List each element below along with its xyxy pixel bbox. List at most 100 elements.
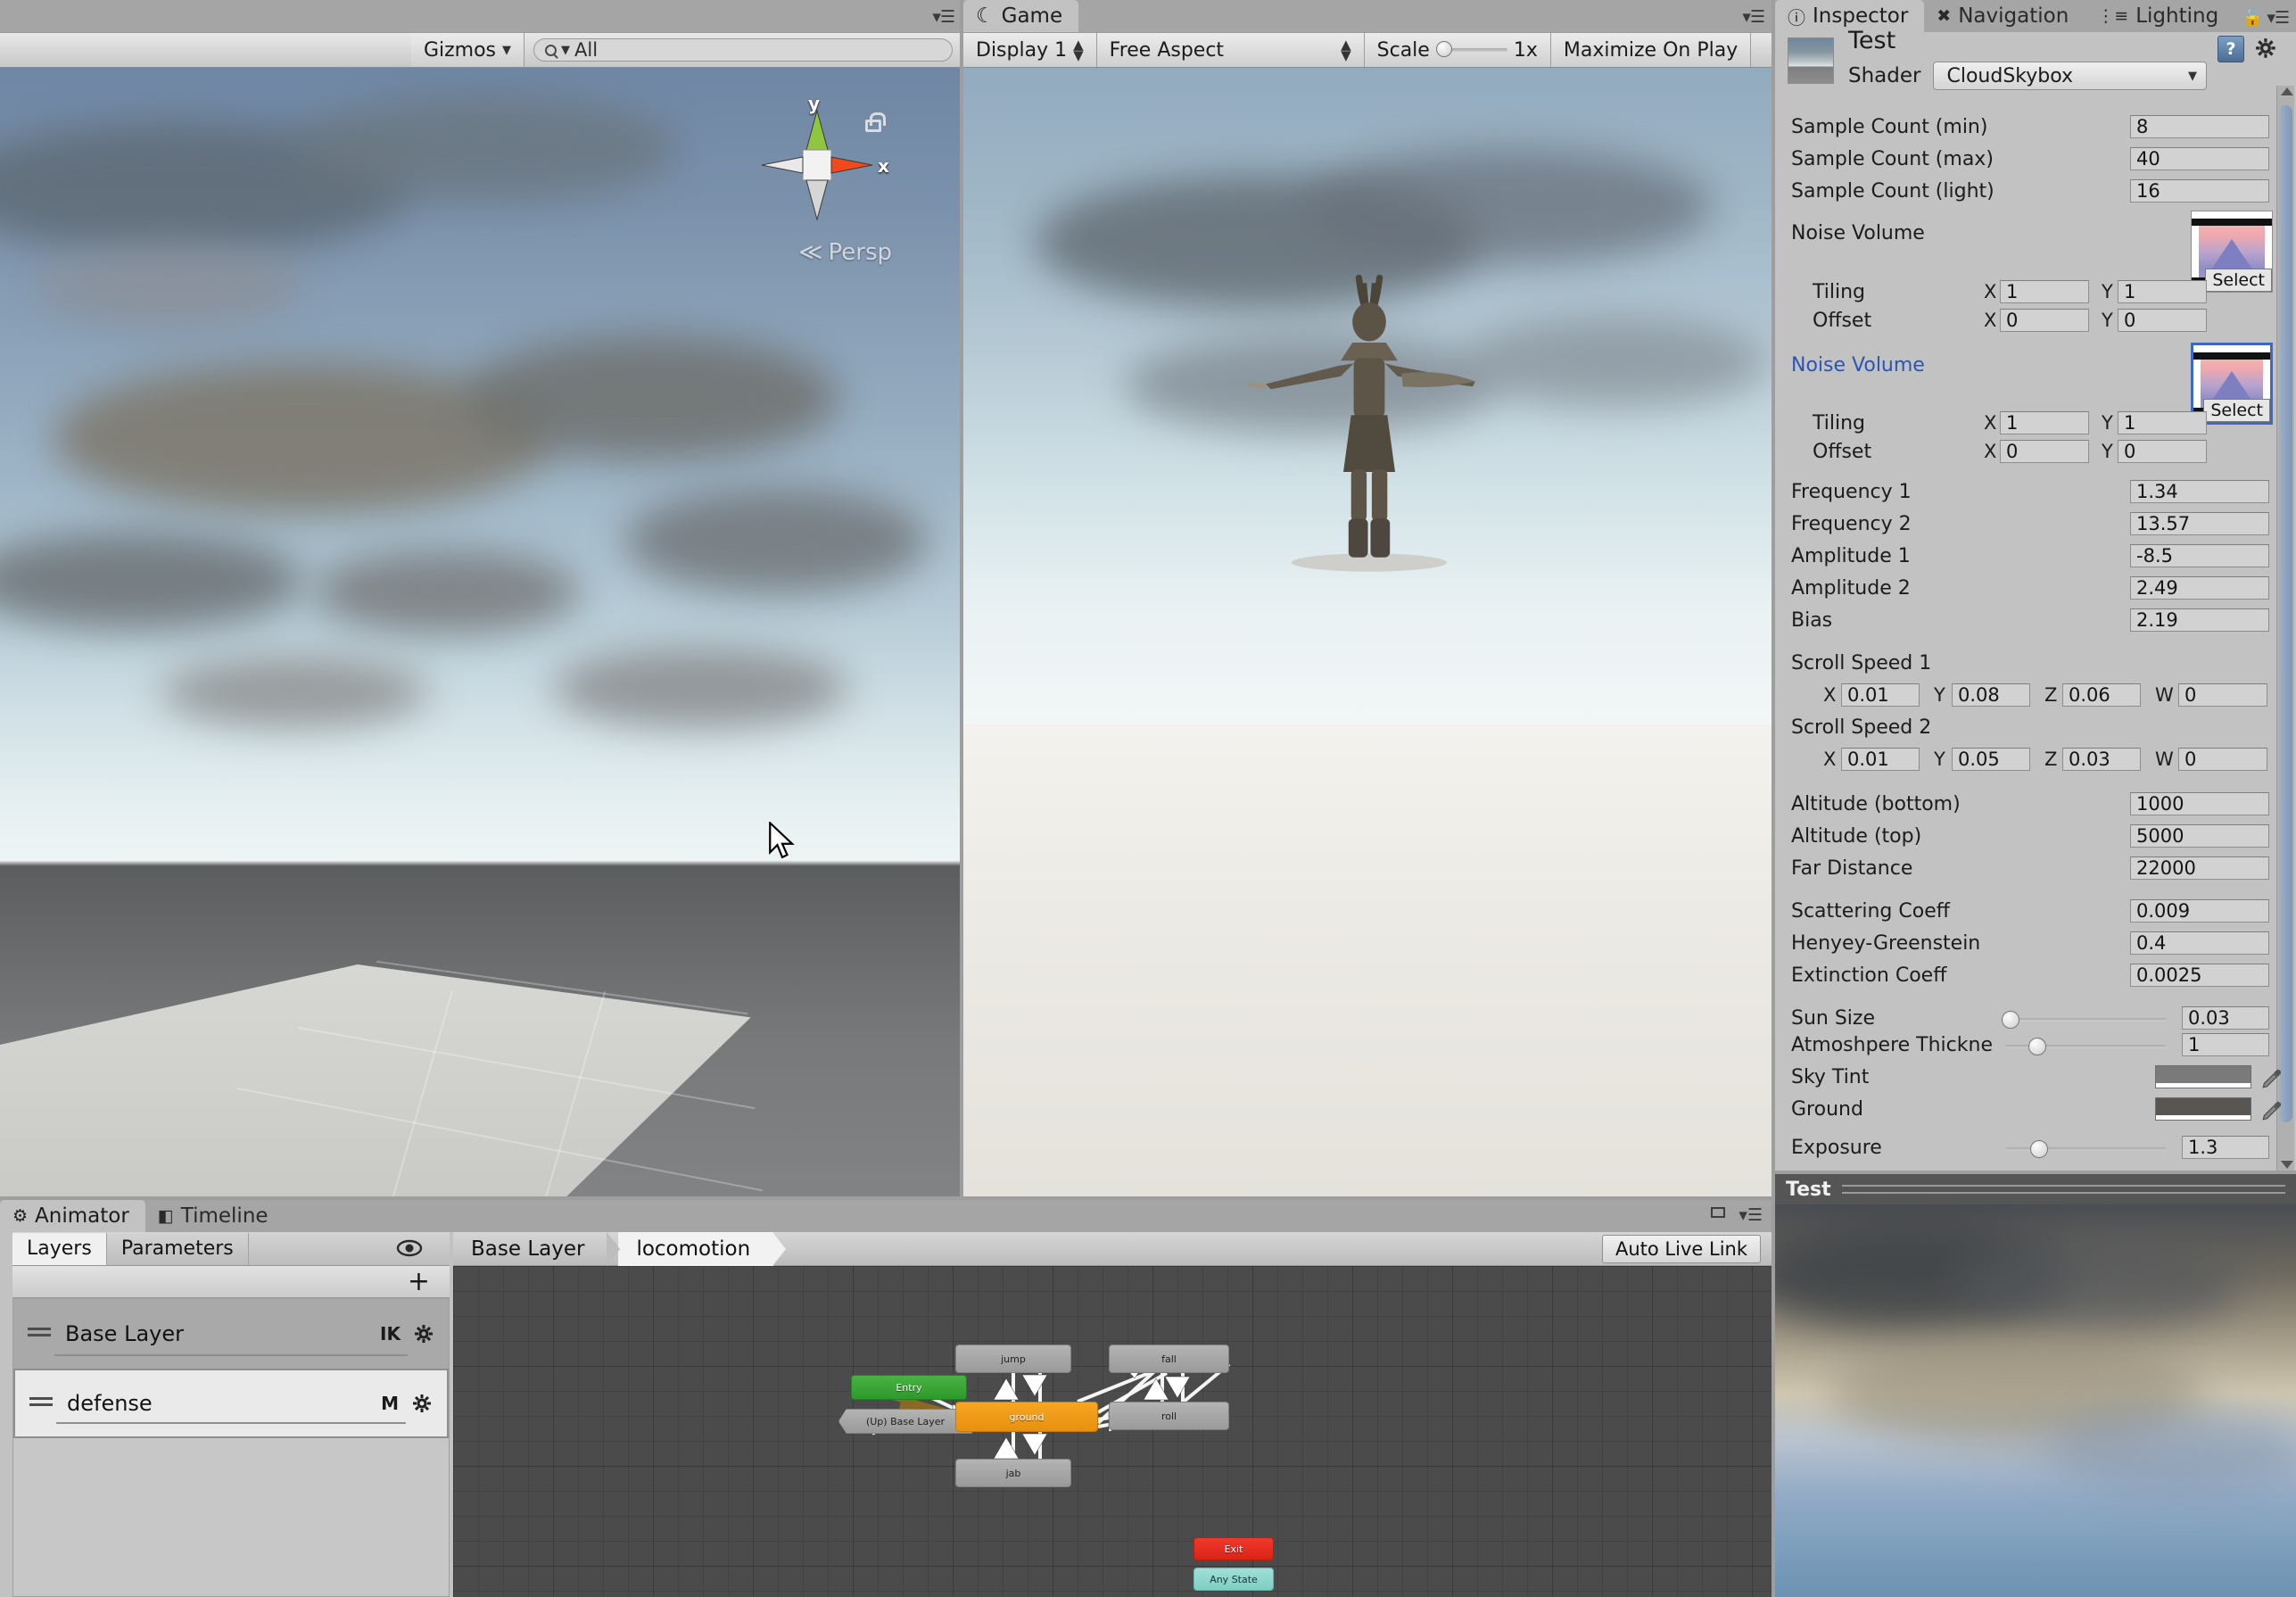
scroll2-y-field[interactable]: 0.05 bbox=[1952, 748, 2030, 771]
offset-y-field[interactable]: 0 bbox=[2118, 440, 2207, 463]
scroll1-w-field[interactable]: 0 bbox=[2178, 683, 2267, 707]
preview-header[interactable]: Test bbox=[1775, 1174, 2296, 1204]
gear-icon[interactable] bbox=[2255, 37, 2278, 61]
state-node-fall[interactable]: fall bbox=[1109, 1345, 1229, 1373]
layer-mask-badge[interactable]: M bbox=[381, 1393, 399, 1414]
breadcrumb-base-layer[interactable]: Base Layer bbox=[453, 1231, 621, 1266]
property-value[interactable]: 0.4 bbox=[2130, 931, 2269, 955]
property-value[interactable]: 5000 bbox=[2130, 824, 2269, 848]
property-value[interactable]: 2.19 bbox=[2130, 608, 2269, 632]
inspector-scroll-thumb[interactable] bbox=[2279, 105, 2292, 1122]
main-inspector-divider[interactable] bbox=[1772, 0, 1775, 1597]
aspect-dropdown[interactable]: Free Aspect ▲ ▼ bbox=[1096, 33, 1365, 67]
tiling-y-field[interactable]: 1 bbox=[2118, 280, 2207, 303]
state-node-ground[interactable]: ground bbox=[955, 1402, 1098, 1432]
scroll-up-arrow-icon[interactable] bbox=[2281, 87, 2293, 95]
property-value[interactable]: 22000 bbox=[2130, 856, 2269, 880]
tab-lighting[interactable]: ⋮≡ Lighting bbox=[2085, 0, 2234, 32]
state-node-jab[interactable]: jab bbox=[955, 1459, 1071, 1487]
preview-drag-handle[interactable] bbox=[1841, 1185, 2285, 1194]
sun-size-slider-knob[interactable] bbox=[2002, 1011, 2019, 1029]
sky-tint-swatch[interactable] bbox=[2155, 1065, 2251, 1088]
scale-slider-group[interactable]: Scale 1x bbox=[1364, 33, 1551, 67]
game-viewport[interactable] bbox=[963, 68, 1772, 1200]
tiling-x-field[interactable]: 1 bbox=[2000, 411, 2089, 434]
state-machine-graph[interactable]: Entry (Up) Base Layer ground jump jab fall rol… bbox=[453, 1266, 1772, 1597]
property-value[interactable]: -8.5 bbox=[2130, 544, 2269, 567]
property-value[interactable]: 2.49 bbox=[2130, 576, 2269, 600]
shader-dropdown[interactable]: CloudSkybox ▼ bbox=[1933, 62, 2207, 90]
tiling-y-field[interactable]: 1 bbox=[2118, 411, 2207, 434]
scale-slider-knob[interactable] bbox=[1435, 41, 1452, 57]
property-value[interactable]: 16 bbox=[2130, 179, 2269, 203]
inspector-preview-divider[interactable] bbox=[1775, 1171, 2296, 1174]
exposure-slider-track[interactable] bbox=[2005, 1147, 2166, 1151]
property-value[interactable]: 1.34 bbox=[2130, 480, 2269, 503]
sun-size-value[interactable]: 0.03 bbox=[2182, 1006, 2269, 1030]
scroll2-w-field[interactable]: 0 bbox=[2178, 748, 2267, 771]
layer-weight-bar[interactable] bbox=[56, 1422, 406, 1424]
property-value[interactable]: 40 bbox=[2130, 147, 2269, 170]
tab-game[interactable]: ☾ Game bbox=[963, 0, 1079, 32]
state-node-roll[interactable]: roll bbox=[1109, 1402, 1229, 1430]
scene-search-input[interactable]: ▼ All bbox=[533, 38, 953, 62]
state-node-any-state[interactable]: Any State bbox=[1193, 1568, 1274, 1591]
property-value[interactable]: 1000 bbox=[2130, 792, 2269, 815]
scroll2-z-field[interactable]: 0.03 bbox=[2062, 748, 2141, 771]
ground-eyedropper-icon[interactable] bbox=[2260, 1099, 2284, 1122]
subtab-layers[interactable]: Layers bbox=[12, 1232, 107, 1265]
scene-orientation-gizmo[interactable]: y x bbox=[730, 86, 899, 264]
scene-viewport[interactable]: y x ≪ Persp bbox=[0, 68, 962, 1200]
maximize-on-play-button[interactable]: Maximize On Play bbox=[1550, 33, 1752, 67]
state-node-exit[interactable]: Exit bbox=[1193, 1537, 1274, 1560]
breadcrumb-locomotion[interactable]: locomotion bbox=[618, 1231, 786, 1266]
ground-swatch[interactable] bbox=[2155, 1097, 2251, 1121]
scroll1-x-field[interactable]: 0.01 bbox=[1841, 683, 1920, 707]
eye-icon[interactable] bbox=[396, 1239, 423, 1257]
inspector-scrollbar[interactable] bbox=[2276, 86, 2294, 1171]
layer-settings-gear-icon[interactable] bbox=[413, 1323, 434, 1345]
property-value[interactable]: 13.57 bbox=[2130, 512, 2269, 535]
tab-navigation[interactable]: ✖ Navigation bbox=[1924, 0, 2085, 32]
display-dropdown[interactable]: Display 1 ▲ ▼ bbox=[963, 33, 1097, 67]
sun-size-slider-track[interactable] bbox=[2005, 1018, 2166, 1022]
state-node-entry[interactable]: Entry bbox=[851, 1375, 967, 1400]
offset-y-field[interactable]: 0 bbox=[2118, 309, 2207, 332]
add-layer-icon[interactable]: + bbox=[408, 1269, 430, 1295]
property-value[interactable]: 8 bbox=[2130, 115, 2269, 138]
drag-handle-icon[interactable] bbox=[28, 1328, 51, 1340]
layer-item-defense[interactable]: defense M bbox=[13, 1369, 449, 1438]
tab-animator[interactable]: ⚙ Animator bbox=[0, 1200, 145, 1232]
atmosphere-value[interactable]: 1 bbox=[2182, 1033, 2269, 1056]
layer-ik-badge[interactable]: IK bbox=[380, 1323, 401, 1345]
tiling-x-field[interactable]: 1 bbox=[2000, 280, 2089, 303]
auto-live-link-button[interactable]: Auto Live Link bbox=[1602, 1235, 1761, 1263]
viewport-animator-divider[interactable] bbox=[0, 1196, 1772, 1200]
scroll1-z-field[interactable]: 0.06 bbox=[2062, 683, 2141, 707]
scroll2-x-field[interactable]: 0.01 bbox=[1841, 748, 1920, 771]
state-node-up-base-layer[interactable]: (Up) Base Layer bbox=[838, 1409, 972, 1434]
layer-item-base-layer[interactable]: Base Layer IK bbox=[13, 1299, 449, 1369]
help-icon[interactable]: ? bbox=[2218, 36, 2244, 62]
sky-tint-eyedropper-icon[interactable] bbox=[2260, 1067, 2284, 1090]
scene-game-divider[interactable] bbox=[960, 0, 963, 1200]
scroll1-y-field[interactable]: 0.08 bbox=[1952, 683, 2030, 707]
property-value[interactable]: 0.0025 bbox=[2130, 964, 2269, 987]
atmosphere-slider-knob[interactable] bbox=[2028, 1038, 2046, 1055]
tab-timeline[interactable]: ◧ Timeline bbox=[145, 1200, 285, 1232]
offset-x-field[interactable]: 0 bbox=[2000, 440, 2089, 463]
layer-settings-gear-icon[interactable] bbox=[411, 1393, 433, 1414]
drag-handle-icon[interactable] bbox=[29, 1397, 53, 1410]
scene-panel-menu-icon[interactable]: ▾☰ bbox=[932, 7, 955, 27]
inspector-panel-menu-icon[interactable]: 🔓 ▾☰ bbox=[2242, 7, 2290, 28]
scroll-down-arrow-icon[interactable] bbox=[2281, 1161, 2293, 1169]
animator-panel-menu-icon[interactable]: ▾☰ bbox=[1739, 1205, 1763, 1225]
property-value[interactable]: 0.009 bbox=[2130, 899, 2269, 923]
offset-x-field[interactable]: 0 bbox=[2000, 309, 2089, 332]
scene-projection-label[interactable]: ≪ Persp bbox=[798, 239, 892, 266]
state-node-jump[interactable]: jump bbox=[955, 1345, 1071, 1373]
animator-lock-icon[interactable] bbox=[1711, 1207, 1725, 1218]
layer-weight-bar[interactable] bbox=[54, 1354, 408, 1356]
subtab-parameters[interactable]: Parameters bbox=[107, 1232, 249, 1265]
exposure-slider-knob[interactable] bbox=[2030, 1140, 2048, 1158]
